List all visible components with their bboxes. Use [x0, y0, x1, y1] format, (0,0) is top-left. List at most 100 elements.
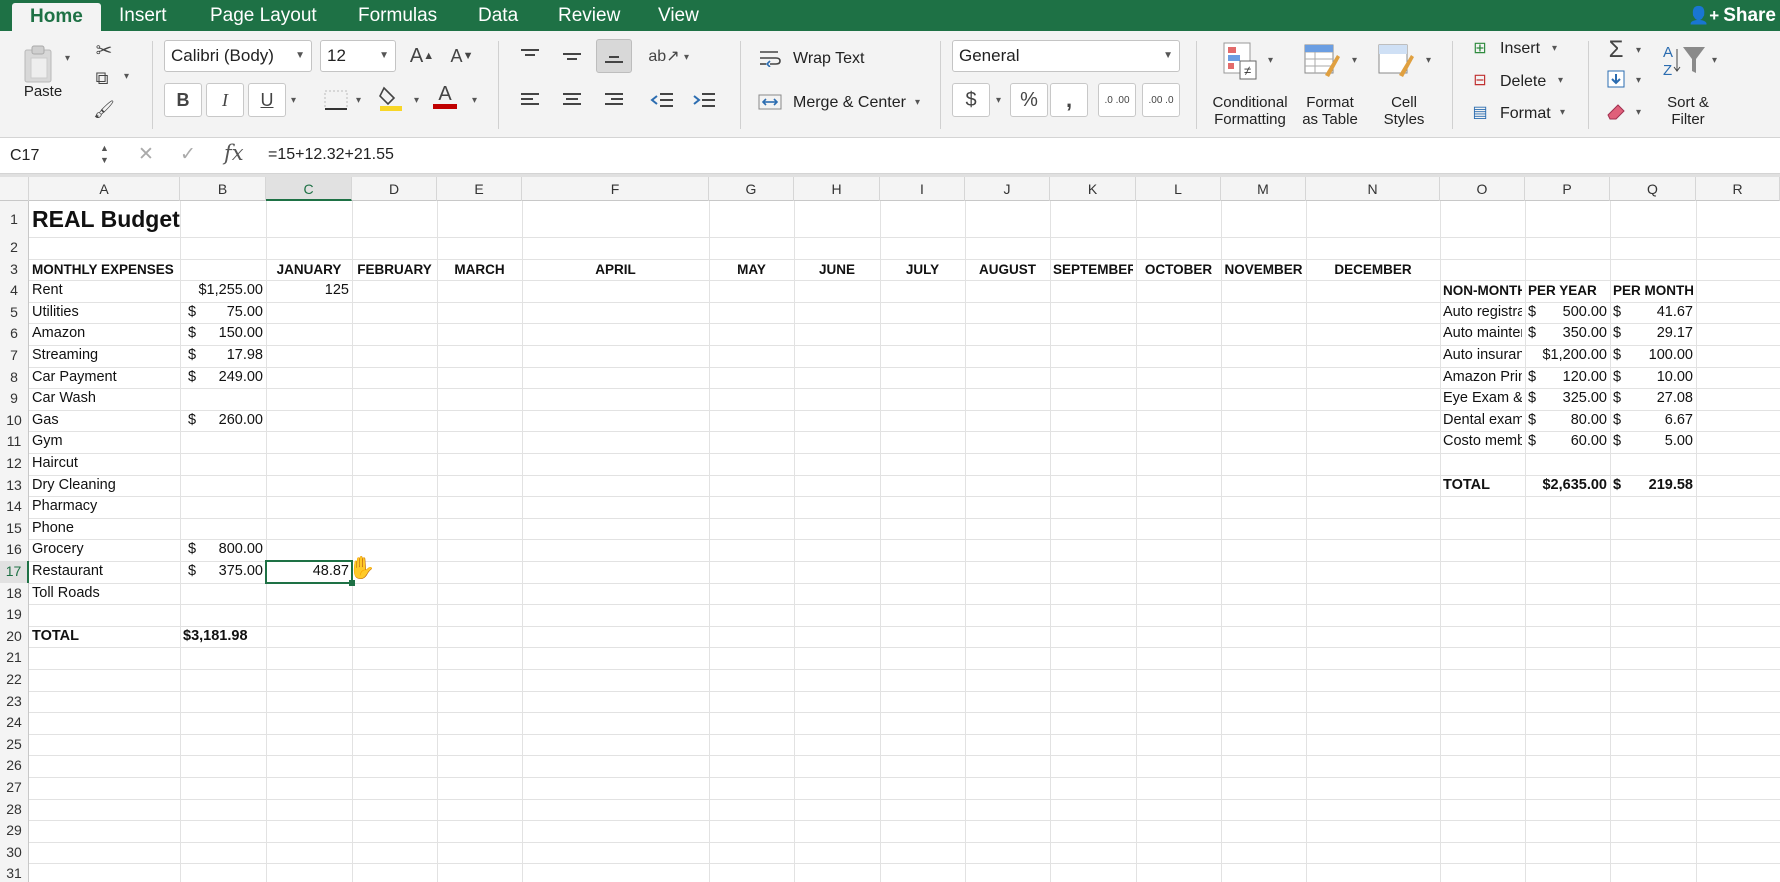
column-header-o[interactable]: O [1440, 177, 1525, 201]
column-header-n[interactable]: N [1306, 177, 1440, 201]
nonmonthly-label[interactable]: Auto registration [1443, 302, 1522, 324]
orientation-icon[interactable]: ab↗ [646, 39, 682, 73]
expense-amount[interactable]: $1,255.00 [183, 280, 263, 302]
nonmonthly-total-label[interactable]: TOTAL [1443, 475, 1522, 497]
row-header-7[interactable]: 7 [0, 345, 29, 367]
column-header-f[interactable]: F [522, 177, 709, 201]
expense-amount[interactable]: 800.00 [183, 539, 263, 561]
expense-label[interactable]: Gym [32, 431, 177, 453]
row-header-14[interactable]: 14 [0, 496, 29, 518]
row-header-15[interactable]: 15 [0, 517, 29, 540]
format-dropdown-icon[interactable]: ▾ [1560, 107, 1565, 118]
column-header-a[interactable]: A [29, 177, 180, 201]
insert-cells-icon[interactable]: ⊞ [1466, 35, 1494, 61]
paste-button[interactable]: Paste [18, 83, 68, 100]
copy-icon[interactable]: ⧉ [84, 61, 120, 95]
row-header-24[interactable]: 24 [0, 712, 29, 734]
row-header-8[interactable]: 8 [0, 366, 29, 389]
row-header-12[interactable]: 12 [0, 453, 29, 475]
per-year-value[interactable]: 80.00 [1528, 410, 1607, 432]
row-header-17[interactable]: 17 [0, 561, 29, 583]
tab-home[interactable]: Home [12, 3, 101, 31]
month-header[interactable]: OCTOBER [1139, 259, 1218, 281]
conditional-formatting-icon[interactable]: ≠ [1220, 39, 1260, 83]
spreadsheet-grid[interactable]: ABCDEFGHIJKLMNOPQR REAL Budget MONTHLY E… [0, 174, 1780, 882]
sheet-title[interactable]: REAL Budget [32, 201, 263, 237]
expense-amount[interactable]: 375.00 [183, 561, 263, 583]
expense-label[interactable]: Streaming [32, 345, 177, 367]
format-cells-icon[interactable]: ▤ [1466, 99, 1494, 125]
delete-cells-icon[interactable]: ⊟ [1466, 67, 1494, 93]
merge-dropdown-icon[interactable]: ▾ [915, 97, 920, 108]
per-month-value[interactable]: 6.67 [1613, 410, 1693, 432]
merge-center-icon[interactable] [756, 85, 784, 119]
comma-style-button[interactable]: , [1050, 83, 1088, 117]
per-month-value[interactable]: 41.67 [1613, 302, 1693, 324]
decrease-font-icon[interactable]: A ▼ [444, 39, 480, 73]
expense-label[interactable]: Phone [32, 518, 177, 540]
cell-styles-button[interactable]: Cell Styles [1356, 94, 1452, 128]
expense-amount[interactable]: 150.00 [183, 323, 263, 345]
row-header-13[interactable]: 13 [0, 474, 29, 497]
number-format-select[interactable]: General ▼ [952, 40, 1180, 72]
per-month-value[interactable]: 100.00 [1613, 345, 1693, 367]
delete-button[interactable]: Delete [1500, 73, 1546, 91]
enter-icon[interactable]: ✓ [180, 143, 196, 166]
tab-review[interactable]: Review [540, 0, 638, 31]
nonmonthly-header[interactable]: PER YEAR [1528, 280, 1607, 302]
nonmonthly-label[interactable]: Eye Exam & Glasses [1443, 388, 1522, 410]
format-as-table-icon[interactable] [1302, 39, 1342, 83]
borders-icon[interactable] [316, 83, 356, 117]
month-header[interactable]: SEPTEMBER [1053, 259, 1133, 281]
row-header-28[interactable]: 28 [0, 798, 29, 821]
month-header[interactable]: AUGUST [968, 259, 1047, 281]
per-month-value[interactable]: 5.00 [1613, 431, 1693, 453]
autosum-dropdown-icon[interactable]: ▾ [1636, 45, 1641, 56]
month-header[interactable]: MARCH [440, 259, 519, 281]
total-label[interactable]: TOTAL [32, 626, 177, 648]
row-header-9[interactable]: 9 [0, 388, 29, 410]
percent-button[interactable]: % [1010, 83, 1048, 117]
expense-amount[interactable]: 249.00 [183, 367, 263, 389]
share-button[interactable]: 👤+ Share [1688, 0, 1780, 31]
month-header[interactable]: JULY [883, 259, 962, 281]
row-header-4[interactable]: 4 [0, 280, 29, 302]
per-year-value[interactable]: $1,200.00 [1528, 345, 1607, 367]
orientation-dropdown-icon[interactable]: ▾ [684, 52, 689, 63]
expense-label[interactable]: Haircut [32, 453, 177, 475]
row-header-20[interactable]: 20 [0, 625, 29, 648]
row-header-27[interactable]: 27 [0, 777, 29, 799]
insert-function-icon[interactable]: fx [224, 141, 244, 165]
expense-label[interactable]: Car Wash [32, 388, 177, 410]
total-value[interactable]: $3,181.98 [183, 626, 263, 648]
paste-icon[interactable] [18, 41, 58, 87]
column-header-i[interactable]: I [880, 177, 965, 201]
cs-dropdown-icon[interactable]: ▾ [1426, 55, 1431, 66]
nonmonthly-header[interactable]: NON-MONTHLY [1443, 280, 1522, 302]
column-header-q[interactable]: Q [1610, 177, 1696, 201]
expense-label[interactable]: Toll Roads [32, 583, 177, 605]
month-header[interactable]: NOVEMBER [1224, 259, 1303, 281]
row-header-1[interactable]: 1 [0, 201, 29, 237]
column-header-g[interactable]: G [709, 177, 794, 201]
nonmonthly-total-year[interactable]: $2,635.00 [1528, 475, 1607, 497]
column-header-d[interactable]: D [352, 177, 437, 201]
bold-button[interactable]: B [164, 83, 202, 117]
row-header-31[interactable]: 31 [0, 863, 29, 882]
fat-dropdown-icon[interactable]: ▾ [1352, 55, 1357, 66]
row-header-21[interactable]: 21 [0, 647, 29, 669]
per-month-value[interactable]: 10.00 [1613, 367, 1693, 389]
expense-label[interactable]: Gas [32, 410, 177, 432]
fill-dropdown-icon[interactable]: ▾ [1636, 75, 1641, 86]
month-header[interactable]: DECEMBER [1309, 259, 1437, 281]
fill-icon[interactable] [1600, 65, 1632, 93]
column-header-j[interactable]: J [965, 177, 1050, 201]
column-header-r[interactable]: R [1696, 177, 1780, 201]
tab-page-layout[interactable]: Page Layout [192, 0, 335, 31]
align-center-icon[interactable] [554, 83, 590, 117]
month-header[interactable]: MAY [712, 259, 791, 281]
autosum-icon[interactable]: Σ [1600, 33, 1632, 67]
nonmonthly-label[interactable]: Costo membership [1443, 431, 1522, 453]
monthly-expenses-header[interactable]: MONTHLY EXPENSES [32, 259, 263, 281]
expense-label[interactable]: Rent [32, 280, 177, 302]
